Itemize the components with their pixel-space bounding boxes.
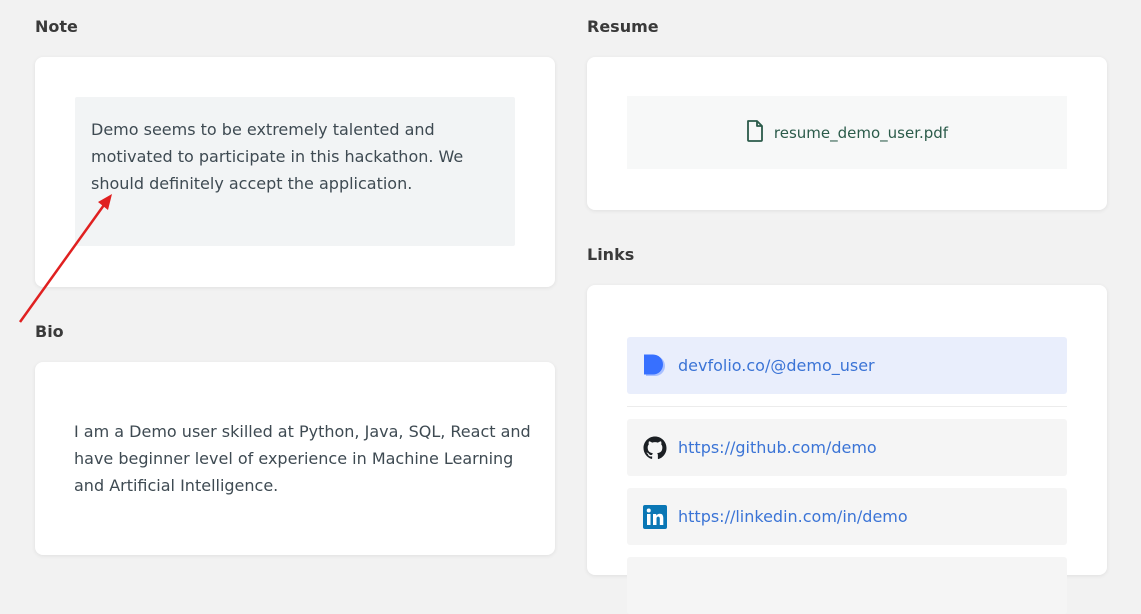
linkedin-icon [642, 504, 668, 530]
link-devfolio-text[interactable]: devfolio.co/@demo_user [678, 356, 875, 375]
github-icon [642, 435, 668, 461]
link-partial[interactable] [627, 557, 1067, 614]
link-devfolio[interactable]: devfolio.co/@demo_user [627, 337, 1067, 394]
link-linkedin-text[interactable]: https://linkedin.com/in/demo [678, 507, 908, 526]
note-text: Demo seems to be extremely talented and … [75, 97, 515, 246]
links-card: devfolio.co/@demo_user https://github.co… [587, 285, 1107, 614]
bio-card: I am a Demo user skilled at Python, Java… [35, 362, 555, 555]
resume-file-link[interactable]: resume_demo_user.pdf [627, 96, 1067, 169]
resume-file-name[interactable]: resume_demo_user.pdf [774, 124, 948, 142]
devfolio-icon [642, 353, 668, 379]
note-card: Demo seems to be extremely talented and … [35, 57, 555, 287]
link-github-text[interactable]: https://github.com/demo [678, 438, 877, 457]
file-icon [746, 119, 764, 146]
links-title: Links [587, 245, 635, 264]
note-title: Note [35, 17, 78, 36]
resume-card: resume_demo_user.pdf [587, 57, 1107, 210]
divider [627, 406, 1067, 407]
resume-title: Resume [587, 17, 659, 36]
link-linkedin[interactable]: https://linkedin.com/in/demo [627, 488, 1067, 545]
link-github[interactable]: https://github.com/demo [627, 419, 1067, 476]
bio-title: Bio [35, 322, 64, 341]
bio-text: I am a Demo user skilled at Python, Java… [74, 422, 531, 495]
